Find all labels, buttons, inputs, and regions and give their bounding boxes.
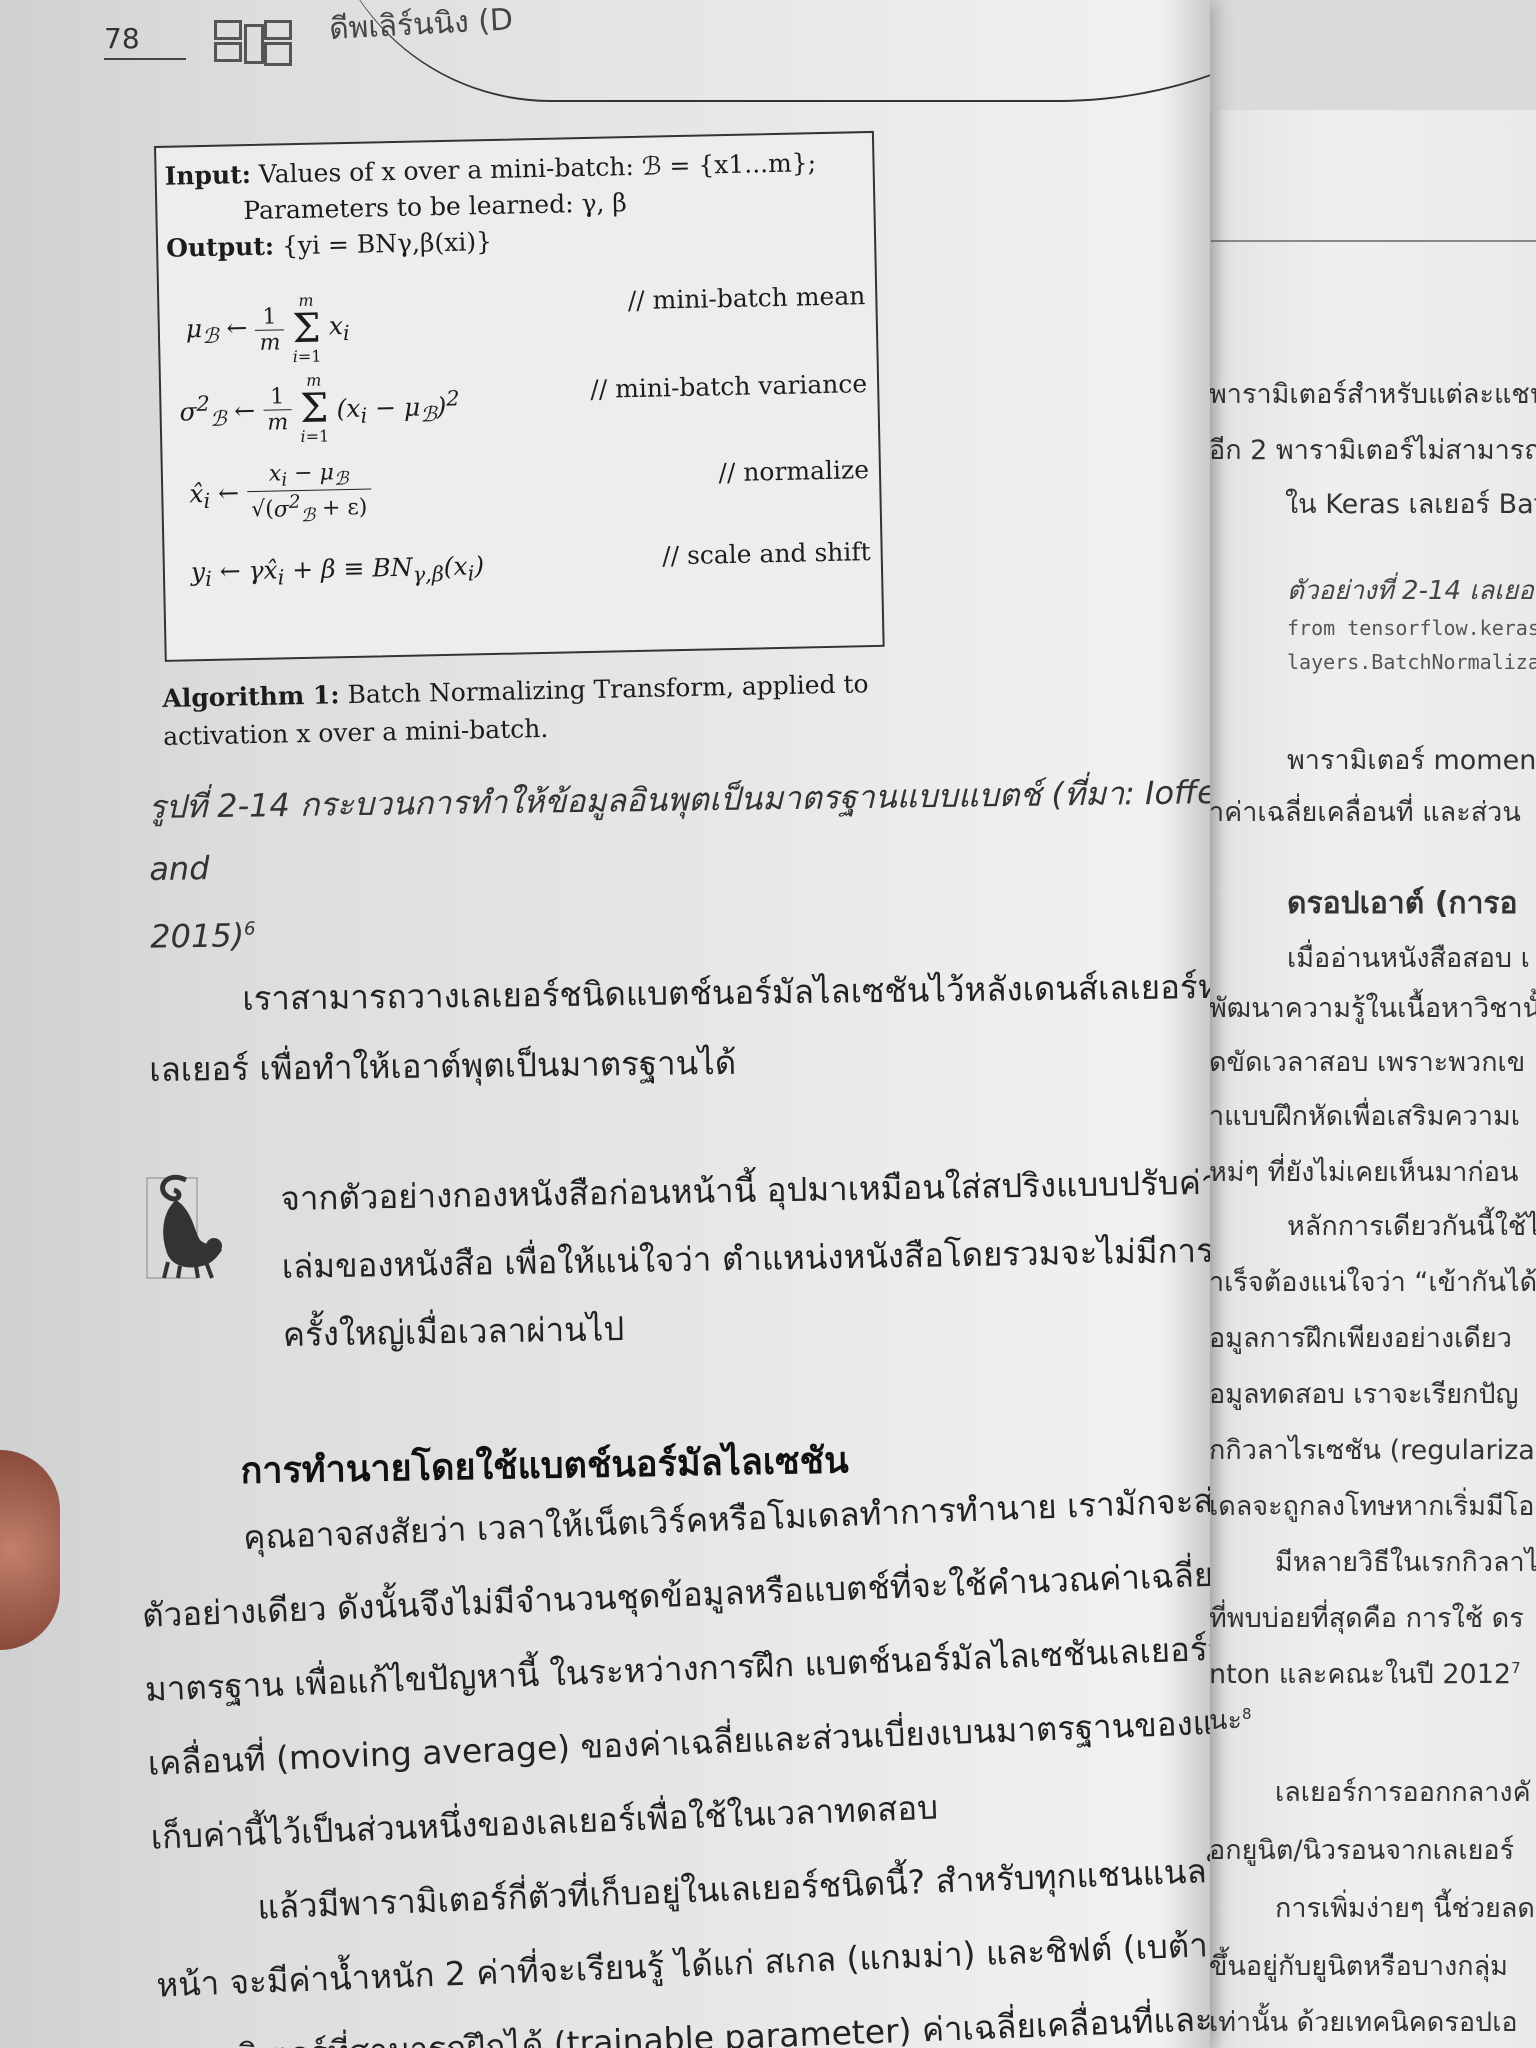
algo-output-label: Output: bbox=[165, 231, 275, 263]
book-logo-icon bbox=[214, 20, 292, 66]
algo-step-normalize: x̂i ← xi − μℬ √(σ2ℬ + ε) bbox=[189, 459, 372, 529]
algo-comment-scale-shift: // scale and shift bbox=[661, 537, 871, 571]
right-line: อกยูนิต/นิวรอนจากเลเยอร์ bbox=[1209, 1835, 1515, 1866]
right-line-code: from tensorflow.keras i bbox=[1287, 616, 1536, 640]
algo-comment-normalize: // normalize bbox=[718, 455, 870, 488]
right-line: เท่านั้น ด้วยเทคนิคดรอปเอ bbox=[1209, 2007, 1518, 2038]
right-line-example: ตัวอย่างที่ 2-14 เลเยอ bbox=[1287, 576, 1534, 606]
footnote-ref-7: 7 bbox=[1511, 1659, 1521, 1677]
algo-input-line: Input: Values of x over a mini-batch: ℬ … bbox=[164, 148, 816, 191]
right-page: พารามิเตอร์สำหรับแต่ละแชน อีก 2 พารามิเต… bbox=[1195, 110, 1536, 2048]
algorithm-caption-text: Batch Normalizing Transform, applied to bbox=[347, 669, 869, 710]
right-line: าเร็จต้องแน่ใจว่า “เข้ากันได้ bbox=[1209, 1267, 1536, 1298]
right-line: การเพิ่มง่ายๆ นี้ช่วยลด bbox=[1275, 1893, 1535, 1924]
right-line: อมูลการฝึกเพียงอย่างเดียว bbox=[1209, 1323, 1512, 1354]
thumb bbox=[0, 1450, 60, 1650]
paragraph-2: คุณอาจสงสัยว่า เวลาให้เน็ตเวิร์คหรือโมเด… bbox=[138, 1461, 1210, 2048]
right-line: พัฒนาความรู้ในเนื้อหาวิชานั้น bbox=[1209, 993, 1536, 1024]
algo-output-line: Output: {yi = BNγ,β(xi)} bbox=[166, 227, 492, 263]
paragraph-1-line2: เลเยอร์ เพื่อทำให้เอาต์พุตเป็นมาตรฐานได้ bbox=[149, 1042, 737, 1089]
algo-params-text: Parameters to be learned: γ, β bbox=[243, 188, 628, 226]
right-line: กกิวลาไรเซชัน (regulariza bbox=[1209, 1435, 1535, 1466]
algo-input-label: Input: bbox=[164, 159, 252, 191]
right-line: เดลจะถูกลงโทษหากเริ่มมีโอ bbox=[1209, 1491, 1535, 1522]
right-line: าค่าเฉลี่ยเคลื่อนที่ และส่วน bbox=[1209, 797, 1521, 828]
right-line: มีหลายวิธีในเรกกิวลาไร bbox=[1275, 1547, 1536, 1578]
footnote-ref-6: 6 bbox=[243, 918, 256, 940]
right-line: าแบบฝึกหัดเพื่อเสริมความเ bbox=[1209, 1101, 1521, 1132]
right-page-rule bbox=[1211, 240, 1536, 242]
figure-caption: รูปที่ 2-14 กระบวนการทำให้ข้อมูลอินพุตเป… bbox=[148, 761, 1210, 968]
algo-step-variance: σ2ℬ ← 1m m Σi=1 (xi − μℬ)2 bbox=[179, 370, 460, 446]
algorithm-caption-text2: activation x over a mini-batch. bbox=[162, 713, 549, 751]
right-line-code: layers.BatchNormalizati bbox=[1287, 650, 1536, 674]
right-line: พารามิเตอร์สำหรับแต่ละแชน bbox=[1209, 379, 1536, 410]
right-line: เลเยอร์การออกกลางคั bbox=[1275, 1777, 1531, 1808]
algorithm-caption-label: Algorithm 1: bbox=[162, 680, 340, 713]
right-line: ที่พบบ่อยที่สุดคือ การใช้ ดร bbox=[1209, 1603, 1524, 1634]
right-line: ดขัดเวลาสอบ เพราะพวกเข bbox=[1209, 1047, 1526, 1078]
algo-step-scale-shift: yi ← γx̂i + β ≡ BNγ,β(xi) bbox=[190, 551, 485, 592]
right-section-title: ดรอปเอาต์ (การอ bbox=[1287, 886, 1518, 921]
figure-caption-line1: รูปที่ 2-14 กระบวนการทำให้ข้อมูลอินพุตเป… bbox=[148, 773, 1210, 888]
algo-step-mean: μℬ ← 1m m Σi=1 xi bbox=[185, 290, 350, 367]
footnote-ref-8: 8 bbox=[1241, 1705, 1252, 1723]
algo-comment-variance: // mini-batch variance bbox=[590, 369, 868, 404]
right-line: หลักการเดียวกันนี้ใช้ได bbox=[1287, 1211, 1536, 1242]
right-line: หม่ๆ ที่ยังไม่เคยเห็นมาก่อน bbox=[1209, 1157, 1519, 1188]
page-number: 78 bbox=[104, 22, 140, 55]
paragraph-1: เราสามารถวางเลเยอร์ชนิดแบตช์นอร์มัลไลเซช… bbox=[148, 951, 1210, 1105]
right-line: อมูลทดสอบ เราจะเรียกปัญ bbox=[1209, 1379, 1519, 1410]
paragraph-1-line1: เราสามารถวางเลเยอร์ชนิดแบตช์นอร์มัลไลเซช… bbox=[242, 965, 1210, 1018]
lemur-icon bbox=[146, 1174, 222, 1279]
right-line: อีก 2 พารามิเตอร์ไม่สามารถ bbox=[1209, 435, 1536, 466]
right-line: ขึ้นอยู่กับยูนิตหรือบางกลุ่ม bbox=[1209, 1951, 1508, 1982]
right-line: เมื่ออ่านหนังสือสอบ เ bbox=[1287, 943, 1530, 974]
right-line: นะ8 bbox=[1209, 1705, 1252, 1736]
algo-comment-mean: // mini-batch mean bbox=[627, 281, 866, 316]
right-line: พารามิเตอร์ momen bbox=[1287, 745, 1536, 776]
left-page: 78 ดีพเลิร์นนิง (D Input: Values of x ov… bbox=[0, 0, 1210, 2048]
page-number-rule bbox=[104, 58, 186, 60]
algo-input-text: Values of x over a mini-batch: ℬ = {x1..… bbox=[258, 148, 817, 189]
note-box: จากตัวอย่างกองหนังสือก่อนหน้านี้ อุปมาเห… bbox=[280, 1147, 1210, 1369]
algorithm-box: Input: Values of x over a mini-batch: ℬ … bbox=[154, 130, 885, 662]
algo-output-text: {yi = BNγ,β(xi)} bbox=[281, 226, 493, 261]
right-line: ใน Keras เลเยอร์ Bat bbox=[1285, 489, 1536, 520]
right-line: nton และคณะในปี 20127 bbox=[1209, 1659, 1521, 1690]
algorithm-caption: Algorithm 1: Batch Normalizing Transform… bbox=[162, 665, 883, 756]
